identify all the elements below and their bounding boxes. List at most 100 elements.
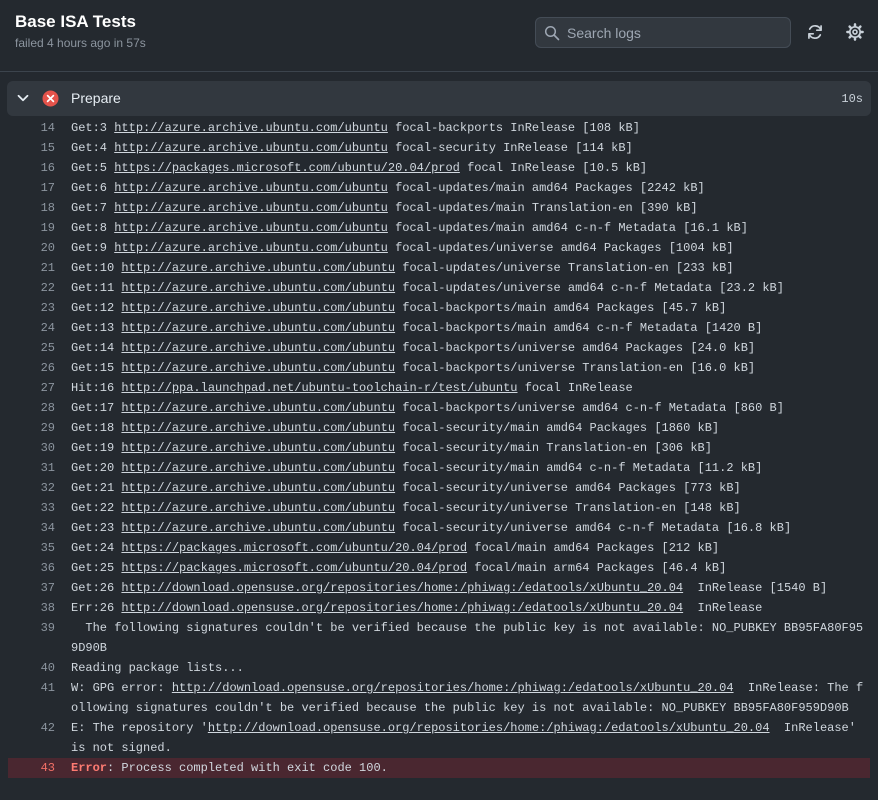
line-number[interactable]: 14 [0, 118, 55, 138]
log-line: 16 Get:5 https://packages.microsoft.com/… [0, 158, 878, 178]
line-number[interactable]: 28 [0, 398, 55, 418]
log-line: 30 Get:19 http://azure.archive.ubuntu.co… [0, 438, 878, 458]
log-text-prefix: The following signatures couldn't be ver… [71, 621, 864, 655]
line-number[interactable]: 39 [0, 618, 55, 638]
log-text: Get:20 http://azure.archive.ubuntu.com/u… [71, 458, 868, 478]
log-text-suffix: InRelease [1540 B] [683, 581, 828, 595]
log-text: Get:4 http://azure.archive.ubuntu.com/ub… [71, 138, 868, 158]
line-number[interactable]: 42 [0, 718, 55, 738]
log-text-prefix: Get:25 [71, 561, 122, 575]
log-line: 27 Hit:16 http://ppa.launchpad.net/ubunt… [0, 378, 878, 398]
log-line: 14 Get:3 http://azure.archive.ubuntu.com… [0, 118, 878, 138]
line-number[interactable]: 30 [0, 438, 55, 458]
job-title: Base ISA Tests [15, 12, 136, 31]
line-number[interactable]: 32 [0, 478, 55, 498]
line-number[interactable]: 29 [0, 418, 55, 438]
log-link[interactable]: https://packages.microsoft.com/ubuntu/20… [114, 161, 460, 175]
log-line: 17 Get:6 http://azure.archive.ubuntu.com… [0, 178, 878, 198]
line-number[interactable]: 23 [0, 298, 55, 318]
log-link[interactable]: http://azure.archive.ubuntu.com/ubuntu [114, 141, 388, 155]
log-link[interactable]: http://download.opensuse.org/repositorie… [121, 581, 683, 595]
refresh-button[interactable] [804, 21, 826, 43]
log-link[interactable]: http://azure.archive.ubuntu.com/ubuntu [114, 181, 388, 195]
settings-button[interactable] [844, 21, 866, 43]
line-number[interactable]: 35 [0, 538, 55, 558]
log-link[interactable]: http://azure.archive.ubuntu.com/ubuntu [121, 521, 395, 535]
log-text-suffix: focal-security InRelease [114 kB] [387, 141, 633, 155]
line-number[interactable]: 31 [0, 458, 55, 478]
step-prepare-header[interactable]: Prepare 10s [7, 81, 871, 116]
log-line: 25 Get:14 http://azure.archive.ubuntu.co… [0, 338, 878, 358]
line-number[interactable]: 21 [0, 258, 55, 278]
log-text-prefix: Get:3 [71, 121, 115, 135]
log-text-prefix: Get:7 [71, 201, 115, 215]
log-line: 18 Get:7 http://azure.archive.ubuntu.com… [0, 198, 878, 218]
line-number[interactable]: 43 [0, 758, 55, 778]
line-number[interactable]: 37 [0, 578, 55, 598]
log-link[interactable]: http://azure.archive.ubuntu.com/ubuntu [121, 361, 395, 375]
chevron-down-icon[interactable] [16, 91, 30, 105]
log-link[interactable]: http://azure.archive.ubuntu.com/ubuntu [121, 321, 395, 335]
log-link[interactable]: http://azure.archive.ubuntu.com/ubuntu [121, 301, 395, 315]
line-number[interactable]: 38 [0, 598, 55, 618]
line-number[interactable]: 25 [0, 338, 55, 358]
log-text: Get:14 http://azure.archive.ubuntu.com/u… [71, 338, 868, 358]
line-number[interactable]: 18 [0, 198, 55, 218]
log-text-prefix: Hit:16 [71, 381, 122, 395]
line-number[interactable]: 24 [0, 318, 55, 338]
line-number[interactable]: 20 [0, 238, 55, 258]
log-link[interactable]: http://azure.archive.ubuntu.com/ubuntu [114, 201, 388, 215]
line-number[interactable]: 27 [0, 378, 55, 398]
search-box[interactable] [535, 17, 791, 48]
log-link[interactable]: http://azure.archive.ubuntu.com/ubuntu [121, 421, 395, 435]
log-text-prefix: Get:23 [71, 521, 122, 535]
line-number[interactable]: 19 [0, 218, 55, 238]
log-link[interactable]: http://ppa.launchpad.net/ubuntu-toolchai… [121, 381, 517, 395]
log-text-prefix: Get:4 [71, 141, 115, 155]
log-link[interactable]: https://packages.microsoft.com/ubuntu/20… [121, 541, 467, 555]
log-text: Error: Process completed with exit code … [71, 758, 860, 778]
log-link[interactable]: http://azure.archive.ubuntu.com/ubuntu [114, 241, 388, 255]
line-number[interactable]: 17 [0, 178, 55, 198]
log-text-prefix: Get:20 [71, 461, 122, 475]
error-message: : Process completed with exit code 100. [107, 761, 388, 775]
search-logs-input[interactable] [567, 18, 782, 47]
log-link[interactable]: http://azure.archive.ubuntu.com/ubuntu [121, 481, 395, 495]
log-text: Get:24 https://packages.microsoft.com/ub… [71, 538, 868, 558]
line-number[interactable]: 41 [0, 678, 55, 698]
line-number[interactable]: 15 [0, 138, 55, 158]
log-link[interactable]: http://azure.archive.ubuntu.com/ubuntu [121, 441, 395, 455]
log-text-prefix: Get:17 [71, 401, 122, 415]
log-line: 39 The following signatures couldn't be … [0, 618, 878, 658]
log-text-prefix: Err:26 [71, 601, 122, 615]
log-line: 41 W: GPG error: http://download.opensus… [0, 678, 878, 718]
line-number[interactable]: 16 [0, 158, 55, 178]
log-link[interactable]: http://download.opensuse.org/repositorie… [121, 601, 683, 615]
line-number[interactable]: 22 [0, 278, 55, 298]
log-text-prefix: Get:6 [71, 181, 115, 195]
log-line: 40 Reading package lists... [0, 658, 878, 678]
log-link[interactable]: https://packages.microsoft.com/ubuntu/20… [121, 561, 467, 575]
log-link[interactable]: http://download.opensuse.org/repositorie… [172, 681, 734, 695]
log-link[interactable]: http://azure.archive.ubuntu.com/ubuntu [121, 341, 395, 355]
line-number[interactable]: 40 [0, 658, 55, 678]
log-text-prefix: Reading package lists... [71, 661, 244, 675]
log-link[interactable]: http://azure.archive.ubuntu.com/ubuntu [121, 261, 395, 275]
log-link[interactable]: http://azure.archive.ubuntu.com/ubuntu [114, 221, 388, 235]
job-status-subtitle: failed 4 hours ago in 57s [15, 36, 146, 50]
log-link[interactable]: http://azure.archive.ubuntu.com/ubuntu [121, 281, 395, 295]
log-line: 29 Get:18 http://azure.archive.ubuntu.co… [0, 418, 878, 438]
log-text-suffix: focal-security/main amd64 c-n-f Metadata… [395, 461, 763, 475]
log-line: 20 Get:9 http://azure.archive.ubuntu.com… [0, 238, 878, 258]
line-number[interactable]: 26 [0, 358, 55, 378]
line-number[interactable]: 34 [0, 518, 55, 538]
log-text-prefix: Get:15 [71, 361, 122, 375]
line-number[interactable]: 33 [0, 498, 55, 518]
log-link[interactable]: http://download.opensuse.org/repositorie… [208, 721, 770, 735]
log-link[interactable]: http://azure.archive.ubuntu.com/ubuntu [114, 121, 388, 135]
log-link[interactable]: http://azure.archive.ubuntu.com/ubuntu [121, 461, 395, 475]
log-line: 24 Get:13 http://azure.archive.ubuntu.co… [0, 318, 878, 338]
line-number[interactable]: 36 [0, 558, 55, 578]
log-link[interactable]: http://azure.archive.ubuntu.com/ubuntu [121, 501, 395, 515]
log-link[interactable]: http://azure.archive.ubuntu.com/ubuntu [121, 401, 395, 415]
